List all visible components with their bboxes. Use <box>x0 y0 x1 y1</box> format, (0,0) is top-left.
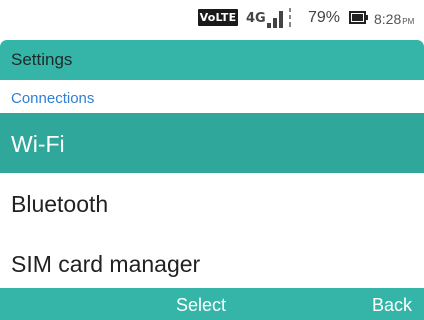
clock-ampm: PM <box>402 17 415 26</box>
list-item-bluetooth[interactable]: Bluetooth <box>0 173 424 233</box>
list-item-sim-card-manager[interactable]: SIM card manager <box>0 233 424 293</box>
header-bar: Settings <box>0 40 424 80</box>
volte-badge: VoLTE <box>198 9 238 26</box>
list-item-label: SIM card manager <box>11 251 201 277</box>
section-header-connections: Connections <box>11 90 95 107</box>
signal-icon <box>267 7 303 36</box>
battery-percentage: 79% <box>308 9 341 26</box>
status-bar: VoLTE 4G 79% 8:28PM <box>0 0 424 40</box>
page-title: Settings <box>11 50 73 69</box>
status-time: 8:28PM <box>374 10 414 29</box>
list-item-label: Bluetooth <box>11 191 109 217</box>
list-item-wifi[interactable]: Wi-Fi <box>0 113 424 173</box>
battery-icon <box>349 10 369 31</box>
back-softkey[interactable]: Back <box>372 295 412 315</box>
clock-time: 8:28 <box>374 11 402 27</box>
select-softkey[interactable]: Select <box>176 295 226 315</box>
list-item-label: Wi-Fi <box>11 131 65 157</box>
softkey-bar: Select Back <box>0 288 424 320</box>
network-type: 4G <box>246 11 266 26</box>
